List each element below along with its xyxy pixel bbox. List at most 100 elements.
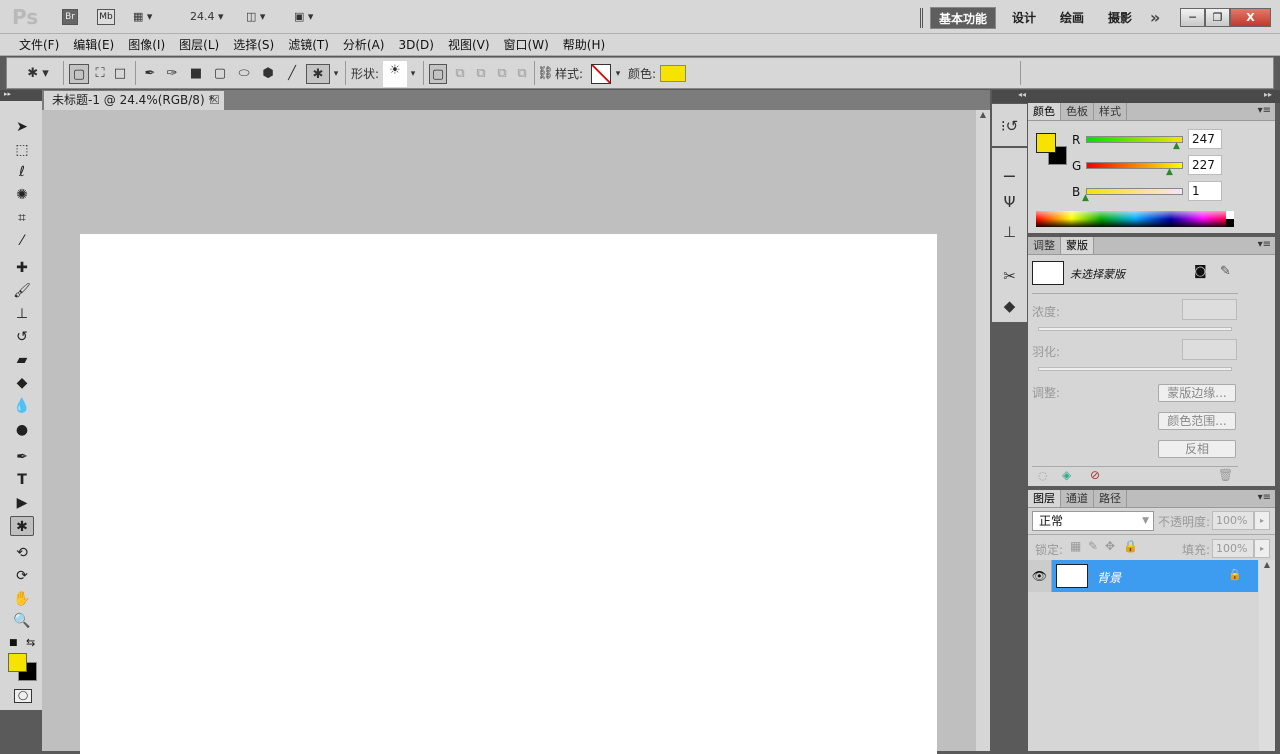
zoom-level-dropdown[interactable]: 24.4 ▾ [190, 10, 224, 23]
blend-mode-select[interactable]: 正常 ▼ [1032, 511, 1154, 531]
menu-view[interactable]: 视图(V) [441, 34, 497, 55]
ellipse-tool-icon[interactable]: ⬭ [235, 64, 253, 84]
zoom-tool-icon[interactable]: 🔍 [10, 611, 34, 631]
default-colors-icon[interactable]: ■ [9, 638, 18, 648]
paths-icon[interactable]: ⛶ [91, 64, 109, 84]
eye-icon[interactable]: 👁 [1028, 560, 1052, 592]
menu-analysis[interactable]: 分析(A) [336, 34, 392, 55]
3d-panel-icon[interactable]: ◆ [992, 292, 1027, 320]
pen-tool-icon[interactable]: ✒ [10, 447, 34, 467]
brush-presets-icon[interactable]: ⚊ [992, 158, 1027, 186]
menu-help[interactable]: 帮助(H) [556, 34, 612, 55]
freeform-pen-icon[interactable]: ✑ [163, 64, 181, 84]
add-shape-icon[interactable]: ⧉ [451, 64, 469, 84]
history-brush-tool-icon[interactable]: ↺ [10, 327, 34, 347]
load-selection-icon[interactable]: ◌ [1038, 469, 1048, 482]
menu-file[interactable]: 文件(F) [12, 34, 66, 55]
menu-select[interactable]: 选择(S) [226, 34, 281, 55]
rounded-rectangle-icon[interactable]: ▢ [211, 64, 229, 84]
3d-orbit-tool-icon[interactable]: ⟳ [10, 566, 34, 586]
b-slider-thumb[interactable]: ▲ [1082, 193, 1089, 203]
workspace-design[interactable]: 设计 [1004, 7, 1044, 29]
black-white-ramp[interactable] [1226, 211, 1234, 227]
vertical-scrollbar[interactable]: ▲ [976, 110, 990, 751]
tab-masks[interactable]: 蒙版 [1061, 237, 1094, 254]
restore-button[interactable]: ❐ [1205, 8, 1230, 27]
polygon-tool-icon[interactable]: ⬢ [259, 64, 277, 84]
delete-mask-icon[interactable]: 🗑 [1218, 468, 1233, 482]
crop-tool-icon[interactable]: ⌗ [10, 208, 34, 228]
brushes-icon[interactable]: Ψ [992, 188, 1027, 216]
foreground-color-swatch[interactable] [8, 653, 27, 672]
opacity-slider-button[interactable]: ▸ [1254, 511, 1270, 530]
tab-channels[interactable]: 通道 [1061, 490, 1094, 507]
workspace-essentials[interactable]: 基本功能 [930, 7, 997, 29]
subtract-shape-icon[interactable]: ⧉ [472, 64, 490, 84]
link-icon[interactable]: ⛓ [537, 64, 554, 84]
brush-tool-icon[interactable]: 🖌 [10, 281, 34, 301]
shape-color-swatch[interactable] [660, 65, 686, 82]
tab-layers[interactable]: 图层 [1028, 490, 1061, 507]
minimize-button[interactable]: ─ [1180, 8, 1205, 27]
menu-image[interactable]: 图像(I) [121, 34, 172, 55]
document-canvas[interactable] [80, 234, 937, 754]
marquee-tool-icon[interactable]: ⬚ [10, 140, 34, 160]
custom-shape-icon[interactable]: ✱ [306, 64, 330, 84]
paint-bucket-tool-icon[interactable]: ◆ [10, 373, 34, 393]
type-tool-icon[interactable]: T [10, 470, 34, 490]
clone-stamp-tool-icon[interactable]: ⊥ [10, 304, 34, 324]
clone-source-icon[interactable]: ⊥ [992, 218, 1027, 246]
style-picker[interactable] [591, 64, 611, 84]
layer-row[interactable]: 👁 背景 🔒 [1028, 560, 1258, 592]
close-button[interactable]: X [1230, 8, 1271, 27]
workspace-photography[interactable]: 摄影 [1100, 7, 1140, 29]
density-input[interactable] [1182, 299, 1237, 320]
lock-all-icon[interactable]: 🔒 [1123, 539, 1138, 553]
rectangle-tool-icon[interactable]: ■ [187, 64, 205, 84]
move-tool-icon[interactable]: ➤ [10, 117, 34, 137]
exclude-shape-icon[interactable]: ⧉ [513, 64, 531, 84]
vector-mask-icon[interactable]: ✎ [1220, 264, 1231, 279]
tab-paths[interactable]: 路径 [1094, 490, 1127, 507]
panel-menu-icon[interactable]: ▾≡ [1258, 239, 1271, 250]
lasso-tool-icon[interactable]: ℓ [10, 162, 34, 182]
lock-image-icon[interactable]: ✎ [1088, 539, 1098, 553]
r-slider-thumb[interactable]: ▲ [1173, 141, 1180, 151]
menu-edit[interactable]: 编辑(E) [66, 34, 121, 55]
b-value-input[interactable]: 1 [1188, 181, 1222, 201]
g-slider-thumb[interactable]: ▲ [1166, 167, 1173, 177]
density-slider[interactable] [1038, 327, 1232, 331]
quick-selection-tool-icon[interactable]: ✺ [10, 185, 34, 205]
close-document-icon[interactable]: ☒ [209, 91, 220, 110]
document-tab[interactable]: 未标题-1 @ 24.4%(RGB/8) * ☒ [44, 91, 224, 110]
feather-slider[interactable] [1038, 367, 1232, 371]
path-selection-tool-icon[interactable]: ▶ [10, 493, 34, 513]
shape-picker-dropdown[interactable]: ▾ [408, 64, 418, 84]
intersect-shape-icon[interactable]: ⧉ [493, 64, 511, 84]
new-shape-layer-icon[interactable]: ▢ [429, 64, 447, 84]
more-workspaces-button[interactable]: » [1142, 7, 1168, 29]
menu-filter[interactable]: 滤镜(T) [281, 34, 336, 55]
invert-button[interactable]: 反相 [1158, 440, 1236, 458]
history-icon[interactable]: ⁝↺ [992, 112, 1027, 140]
eyedropper-tool-icon[interactable]: ⁄ [10, 231, 34, 251]
shape-layers-icon[interactable]: ▢ [69, 64, 89, 84]
3d-rotate-tool-icon[interactable]: ⟲ [10, 543, 34, 563]
fill-input[interactable]: 100% [1212, 539, 1254, 558]
tab-adjustments[interactable]: 调整 [1028, 237, 1061, 254]
color-ramp[interactable] [1036, 211, 1234, 227]
pen-tool-icon[interactable]: ✒ [141, 64, 159, 84]
layers-scrollbar[interactable]: ▲ [1259, 560, 1275, 751]
mini-bridge-button[interactable]: Mb [97, 9, 115, 25]
panel-menu-icon[interactable]: ▾≡ [1258, 492, 1271, 503]
foreground-color-swatch[interactable] [1036, 133, 1056, 153]
screen-mode-dropdown[interactable]: ▣ ▾ [294, 10, 313, 23]
blur-tool-icon[interactable]: 💧 [10, 396, 34, 416]
bridge-button[interactable]: Br [62, 9, 78, 25]
r-slider[interactable] [1086, 136, 1183, 143]
tab-styles[interactable]: 样式 [1094, 103, 1127, 120]
mask-edge-button[interactable]: 蒙版边缘... [1158, 384, 1236, 402]
fill-slider-button[interactable]: ▸ [1254, 539, 1270, 558]
line-tool-icon[interactable]: ╱ [283, 64, 301, 84]
eraser-tool-icon[interactable]: ▰ [10, 350, 34, 370]
